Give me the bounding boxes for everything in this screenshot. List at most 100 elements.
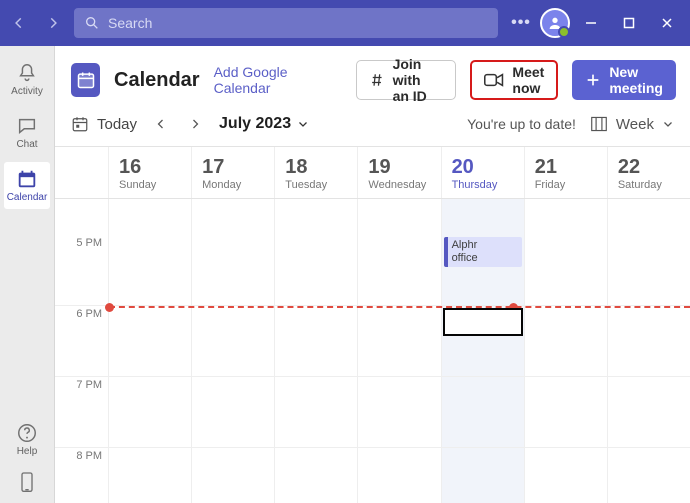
today-button[interactable]: Today — [71, 115, 137, 133]
new-meeting-button[interactable]: New meeting — [572, 60, 676, 100]
meet-now-button[interactable]: Meet now — [470, 60, 558, 100]
grid-cell[interactable] — [608, 377, 690, 447]
grid-cell[interactable] — [109, 448, 192, 503]
rail-activity[interactable]: Activity — [4, 56, 50, 103]
day-header-sun[interactable]: 16 Sunday — [109, 147, 192, 198]
view-label: Week — [616, 116, 654, 133]
search-input[interactable] — [108, 15, 488, 31]
day-number: 18 — [285, 156, 347, 179]
join-id-line1: Join with — [393, 56, 444, 88]
more-options-button[interactable]: ••• — [506, 8, 536, 38]
grid-cell[interactable] — [192, 306, 275, 376]
day-name: Sunday — [119, 179, 181, 191]
rail-device[interactable] — [17, 471, 37, 495]
rail-activity-label: Activity — [11, 86, 43, 97]
grid-cell[interactable] — [608, 448, 690, 503]
time-label: 7 PM — [55, 377, 109, 447]
grid-cell[interactable] — [358, 377, 441, 447]
presence-available-icon — [558, 26, 570, 38]
next-period-button[interactable] — [185, 114, 205, 134]
prev-period-button[interactable] — [151, 114, 171, 134]
calendar-toolbar: Today July 2023 You're up to date! Week — [55, 108, 690, 147]
nav-back-button[interactable] — [6, 10, 32, 36]
day-header-wed[interactable]: 19 Wednesday — [358, 147, 441, 198]
join-id-line2: an ID — [393, 88, 444, 104]
grid-cell[interactable] — [109, 199, 192, 235]
day-number: 21 — [535, 156, 597, 179]
grid-cell[interactable] — [608, 199, 690, 235]
page-title: Calendar — [114, 69, 200, 92]
grid-cell[interactable] — [525, 235, 608, 305]
month-picker[interactable]: July 2023 — [219, 115, 309, 133]
day-header-thu[interactable]: 20 Thursday — [442, 147, 525, 198]
grid-cell[interactable] — [525, 199, 608, 235]
grid-cell-today[interactable] — [442, 448, 525, 503]
user-avatar[interactable] — [540, 8, 570, 38]
minimize-icon — [585, 17, 597, 29]
grid-cell-today[interactable] — [442, 377, 525, 447]
hash-icon — [369, 71, 384, 89]
grid-cell[interactable] — [275, 199, 358, 235]
rail-help-label: Help — [17, 446, 38, 457]
window-minimize-button[interactable] — [574, 6, 608, 40]
grid-cell[interactable] — [192, 448, 275, 503]
meet-now-line1: Meet — [512, 64, 544, 80]
calendar-app-icon — [71, 63, 100, 97]
day-number: 19 — [368, 156, 430, 179]
search-field[interactable] — [74, 8, 498, 38]
grid-cell[interactable] — [358, 235, 441, 305]
grid-cell[interactable] — [358, 306, 441, 376]
calendar-grid[interactable]: 5 PM Alphr office 6 PM — [55, 199, 690, 503]
grid-cell[interactable] — [358, 448, 441, 503]
grid-cell[interactable] — [358, 199, 441, 235]
day-header-mon[interactable]: 17 Monday — [192, 147, 275, 198]
grid-cell[interactable] — [275, 306, 358, 376]
grid-cell[interactable] — [109, 377, 192, 447]
grid-cell[interactable] — [192, 199, 275, 235]
grid-cell[interactable] — [275, 377, 358, 447]
grid-cell[interactable] — [608, 306, 690, 376]
grid-cell[interactable] — [109, 306, 192, 376]
chevron-right-icon — [46, 16, 60, 30]
grid-cell[interactable] — [275, 235, 358, 305]
new-meeting-line2: meeting — [609, 80, 663, 96]
join-with-id-button[interactable]: Join with an ID — [356, 60, 456, 100]
chevron-down-icon — [297, 118, 309, 130]
day-header-fri[interactable]: 21 Friday — [525, 147, 608, 198]
grid-cell-today[interactable] — [442, 199, 525, 235]
calendar-icon — [16, 168, 38, 190]
maximize-icon — [623, 17, 635, 29]
rail-chat[interactable]: Chat — [4, 109, 50, 156]
chevron-left-icon — [12, 16, 26, 30]
grid-cell[interactable] — [525, 448, 608, 503]
grid-cell[interactable] — [109, 235, 192, 305]
rail-calendar[interactable]: Calendar — [4, 162, 50, 209]
nav-forward-button[interactable] — [40, 10, 66, 36]
add-google-calendar-link[interactable]: Add Google Calendar — [214, 64, 329, 96]
search-icon — [84, 15, 100, 31]
time-label: 6 PM — [55, 306, 109, 376]
selected-time-slot[interactable] — [443, 308, 523, 336]
day-number: 17 — [202, 156, 264, 179]
day-name: Wednesday — [368, 179, 430, 191]
grid-cell[interactable] — [525, 306, 608, 376]
time-label: 8 PM — [55, 448, 109, 503]
today-icon — [71, 115, 89, 133]
grid-cell[interactable] — [192, 377, 275, 447]
day-name: Thursday — [452, 179, 514, 191]
meet-now-line2: now — [512, 80, 544, 96]
calendar-event[interactable]: Alphr office — [444, 237, 522, 267]
grid-cell[interactable] — [608, 235, 690, 305]
day-header-tue[interactable]: 18 Tuesday — [275, 147, 358, 198]
window-maximize-button[interactable] — [612, 6, 646, 40]
day-header-sat[interactable]: 22 Saturday — [608, 147, 690, 198]
grid-cell-today[interactable]: Alphr office — [442, 235, 525, 305]
grid-row: 5 PM Alphr office — [55, 235, 690, 306]
window-close-button[interactable] — [650, 6, 684, 40]
rail-help[interactable]: Help — [4, 416, 50, 463]
day-name: Tuesday — [285, 179, 347, 191]
grid-cell[interactable] — [275, 448, 358, 503]
view-selector[interactable]: Week — [590, 116, 674, 133]
grid-cell[interactable] — [192, 235, 275, 305]
grid-cell[interactable] — [525, 377, 608, 447]
